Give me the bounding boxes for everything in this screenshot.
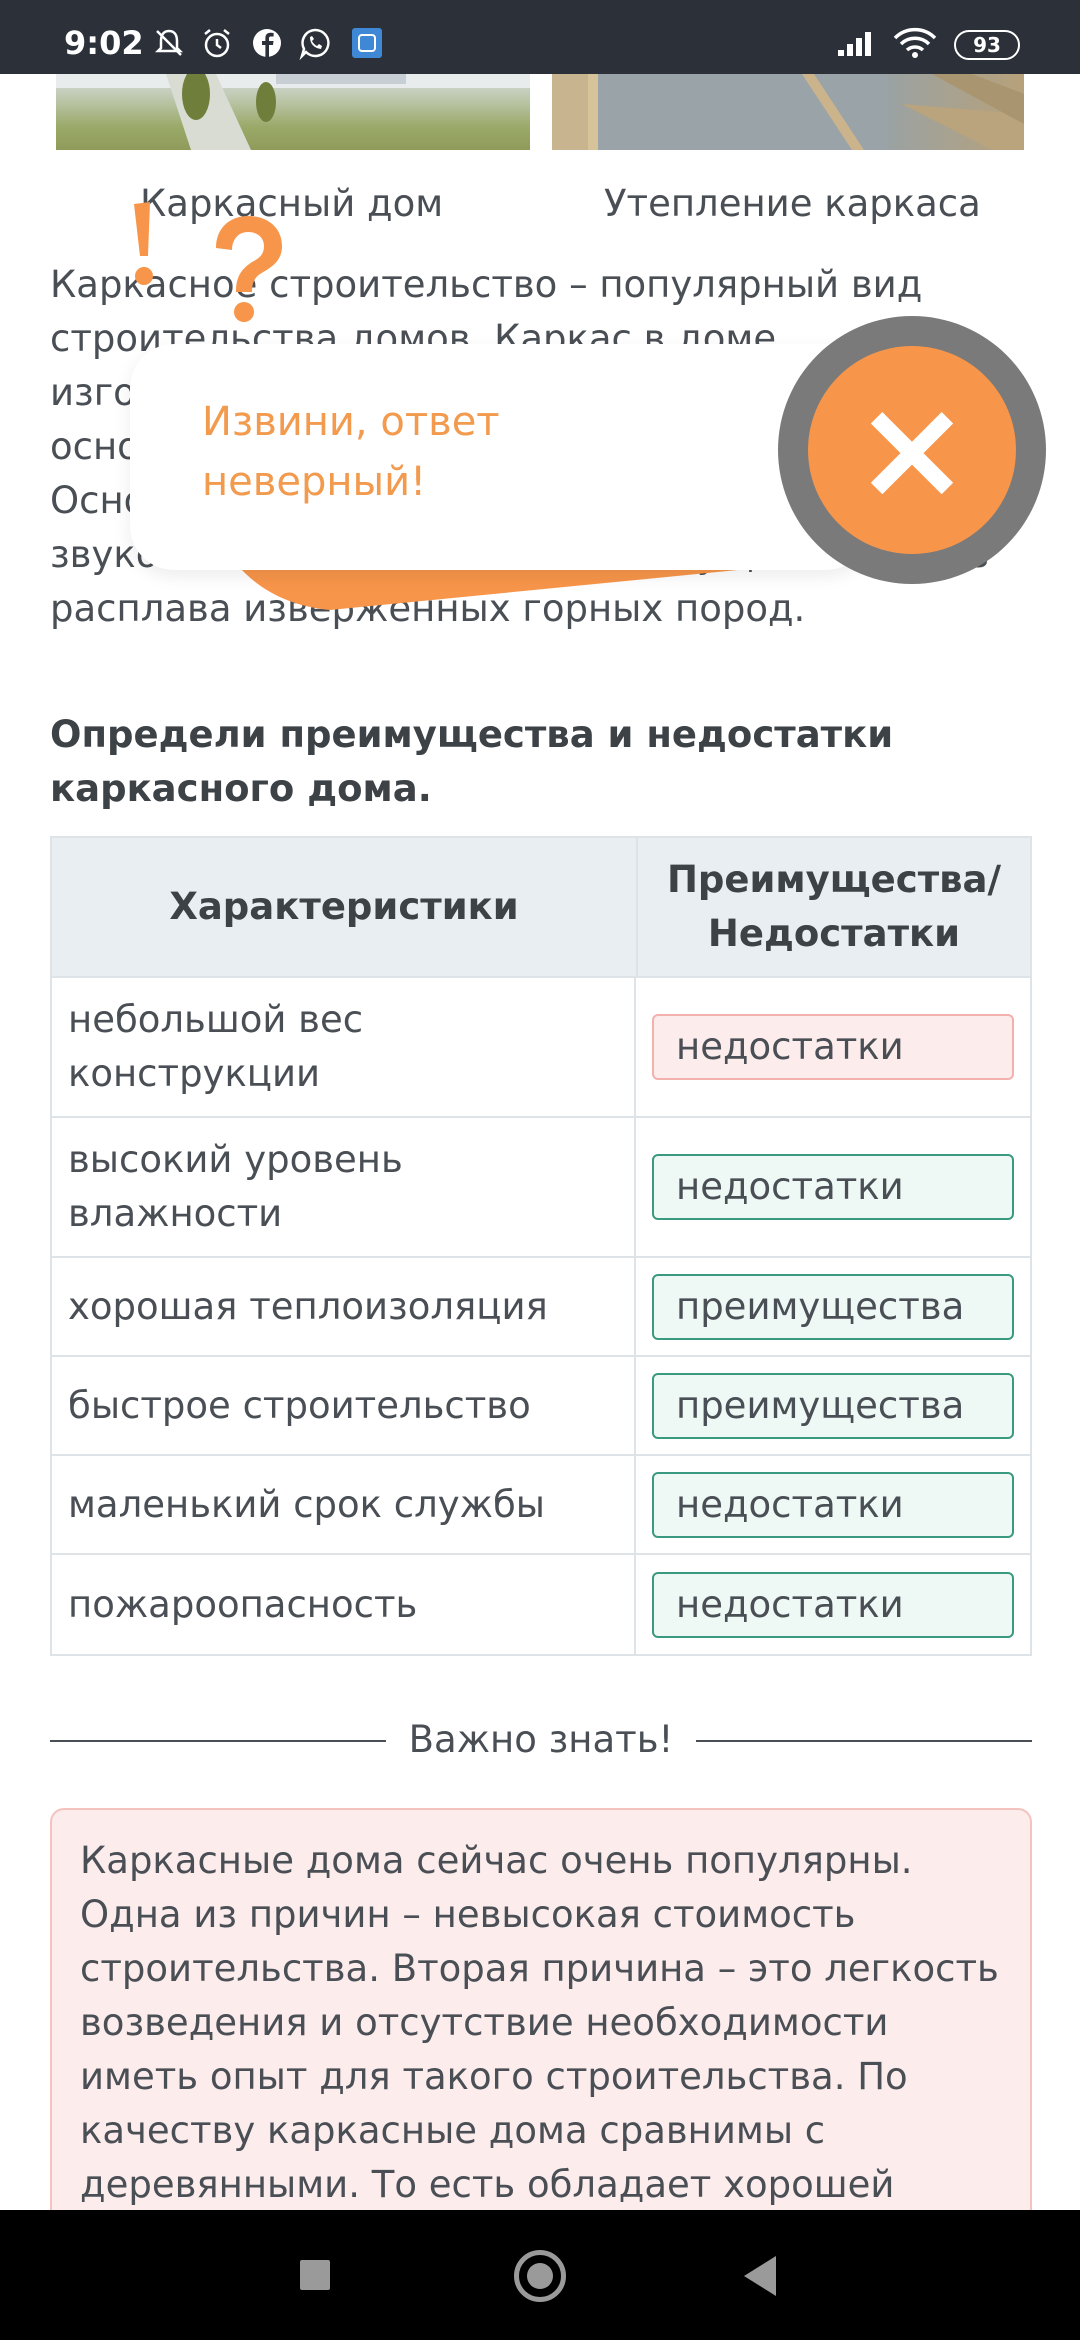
important-note: Каркасные дома сейчас очень популярны. О… <box>50 1808 1032 2248</box>
exclamation-question-icon <box>134 202 282 322</box>
feedback-popup: Извини, ответ неверный! × <box>0 0 1080 640</box>
answer-field-correct[interactable]: недостатки <box>652 1571 1014 1638</box>
divider-line-right <box>696 1740 1032 1742</box>
header-characteristics: Характеристики <box>52 838 638 976</box>
back-icon[interactable] <box>744 2256 776 2296</box>
table-row: высокий уровень влажности недостатки <box>52 1118 1030 1258</box>
table-row: пожароопасность недостатки <box>52 1555 1030 1654</box>
table-row: быстрое строительство преимущества <box>52 1357 1030 1456</box>
table-header: Характеристики Преимущества/ Недостатки <box>52 838 1030 978</box>
header-pros-cons: Преимущества/ Недостатки <box>666 858 1002 955</box>
row-characteristic: маленький срок службы <box>52 1456 636 1553</box>
row-characteristic: высокий уровень влажности <box>52 1118 636 1256</box>
row-characteristic: быстрое строительство <box>52 1357 636 1454</box>
row-characteristic: пожароопасность <box>52 1555 636 1654</box>
section-divider: Важно знать! <box>50 1718 1032 1762</box>
table-row: небольшой вес конструкции недостатки <box>52 978 1030 1118</box>
row-characteristic: хорошая теплоизоляция <box>52 1258 636 1355</box>
home-icon[interactable] <box>514 2250 566 2302</box>
answer-field-wrong[interactable]: недостатки <box>652 1014 1014 1080</box>
table-row: хорошая теплоизоляция преимущества <box>52 1258 1030 1357</box>
row-characteristic: небольшой вес конструкции <box>52 978 636 1116</box>
answer-field-correct[interactable]: недостатки <box>652 1154 1014 1220</box>
question-title: Определи преимущества и недостатки карка… <box>50 713 894 810</box>
answer-field-correct[interactable]: преимущества <box>652 1372 1014 1439</box>
recent-apps-icon[interactable] <box>300 2260 330 2290</box>
close-icon[interactable]: × <box>808 346 1016 554</box>
answer-field-correct[interactable]: недостатки <box>652 1471 1014 1538</box>
answer-field-correct[interactable]: преимущества <box>652 1273 1014 1340</box>
table-row: маленький срок службы недостатки <box>52 1456 1030 1555</box>
answer-table: Характеристики Преимущества/ Недостатки … <box>50 836 1032 1656</box>
popup-message: Извини, ответ неверный! <box>202 399 500 505</box>
